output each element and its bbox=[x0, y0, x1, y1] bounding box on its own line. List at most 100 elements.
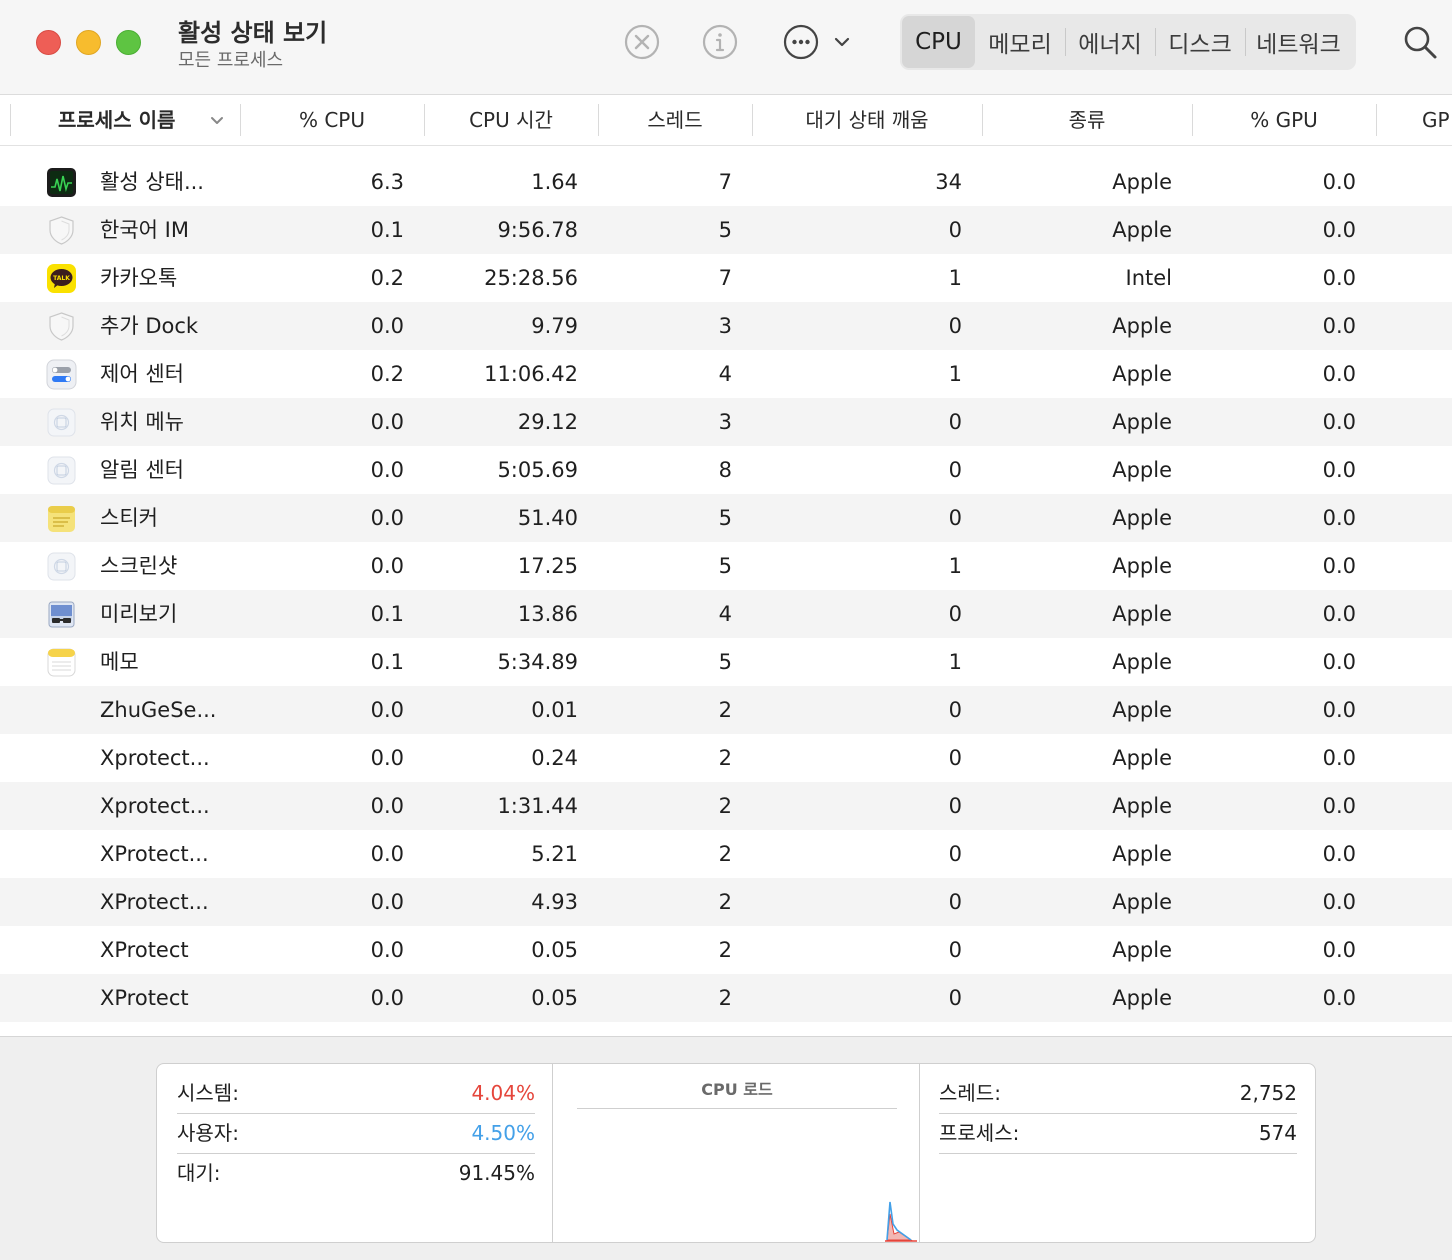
threads-count: 5 bbox=[718, 506, 732, 530]
more-actions-button[interactable] bbox=[781, 22, 821, 62]
column-header-gpu-time[interactable]: GP bbox=[1376, 96, 1452, 146]
idle-label: 대기: bbox=[177, 1161, 221, 1185]
idle-wake-ups: 0 bbox=[948, 842, 962, 866]
cpu-percent: 0.0 bbox=[370, 698, 404, 722]
process-name: 제어 센터 bbox=[100, 362, 184, 386]
table-row[interactable]: 스티커 0.0 51.40 5 0 Apple 0.0 bbox=[0, 494, 1452, 542]
search-button[interactable] bbox=[1400, 22, 1440, 62]
idle-wake-ups: 0 bbox=[948, 890, 962, 914]
generic-app-icon bbox=[46, 455, 77, 486]
column-header-idle-wake-ups[interactable]: 대기 상태 깨움 bbox=[752, 96, 982, 146]
idle-wake-ups: 0 bbox=[948, 410, 962, 434]
threads-count: 7 bbox=[718, 266, 732, 290]
idle-wake-ups: 1 bbox=[948, 650, 962, 674]
cpu-time: 13.86 bbox=[517, 602, 578, 626]
process-name: ZhuGeSe... bbox=[100, 698, 217, 722]
processes-value: 574 bbox=[1258, 1121, 1297, 1145]
table-row[interactable]: XProtect 0.0 0.05 2 0 Apple 0.0 bbox=[0, 974, 1452, 1022]
table-row[interactable]: TALK 카카오톡 0.2 25:28.56 7 1 Intel 0.0 bbox=[0, 254, 1452, 302]
table-row[interactable]: 스크린샷 0.0 17.25 5 1 Apple 0.0 bbox=[0, 542, 1452, 590]
gpu-percent: 0.0 bbox=[1322, 602, 1356, 626]
cpu-percent: 0.2 bbox=[370, 266, 404, 290]
cpu-time: 11:06.42 bbox=[484, 362, 578, 386]
process-kind: Apple bbox=[1112, 170, 1172, 194]
idle-wake-ups: 0 bbox=[948, 314, 962, 338]
threads-count: 3 bbox=[718, 314, 732, 338]
table-row[interactable]: XProtect... 0.0 4.93 2 0 Apple 0.0 bbox=[0, 878, 1452, 926]
cpu-time: 0.05 bbox=[531, 986, 578, 1010]
user-stat: 사용자: 4.50% bbox=[177, 1114, 535, 1154]
user-value: 4.50% bbox=[471, 1121, 535, 1145]
stop-process-button[interactable] bbox=[622, 22, 662, 62]
table-row[interactable]: 제어 센터 0.2 11:06.42 4 1 Apple 0.0 bbox=[0, 350, 1452, 398]
process-name: 위치 메뉴 bbox=[100, 410, 184, 434]
cpu-time: 51.40 bbox=[517, 506, 578, 530]
process-name: XProtect bbox=[100, 986, 189, 1010]
processes-stat: 프로세스: 574 bbox=[939, 1114, 1297, 1154]
inspect-process-button[interactable] bbox=[700, 22, 740, 62]
column-header-cpu-percent[interactable]: % CPU bbox=[240, 96, 424, 146]
minimize-window-button[interactable] bbox=[76, 30, 101, 55]
process-name: 알림 센터 bbox=[100, 458, 184, 482]
table-row[interactable]: 메모 0.1 5:34.89 5 1 Apple 0.0 bbox=[0, 638, 1452, 686]
column-header-threads[interactable]: 스레드 bbox=[598, 96, 752, 146]
tab-disk[interactable]: 디스크 bbox=[1155, 16, 1245, 68]
process-name: XProtect bbox=[100, 938, 189, 962]
svg-text:TALK: TALK bbox=[53, 275, 70, 282]
table-row[interactable]: 한국어 IM 0.1 9:56.78 5 0 Apple 0.0 bbox=[0, 206, 1452, 254]
idle-wake-ups: 0 bbox=[948, 458, 962, 482]
idle-wake-ups: 1 bbox=[948, 266, 962, 290]
window-title: 활성 상태 보기 bbox=[178, 19, 328, 47]
table-row[interactable]: 추가 Dock 0.0 9.79 3 0 Apple 0.0 bbox=[0, 302, 1452, 350]
close-window-button[interactable] bbox=[36, 30, 61, 55]
cpu-percent: 0.0 bbox=[370, 506, 404, 530]
cpu-time: 1:31.44 bbox=[497, 794, 578, 818]
table-row[interactable]: ZhuGeSe... 0.0 0.01 2 0 Apple 0.0 bbox=[0, 686, 1452, 734]
process-name: 스크린샷 bbox=[100, 554, 178, 578]
column-header-kind[interactable]: 종류 bbox=[982, 96, 1192, 146]
tab-cpu[interactable]: CPU bbox=[902, 16, 975, 68]
tab-memory[interactable]: 메모리 bbox=[975, 16, 1065, 68]
cpu-load-graph bbox=[885, 1201, 917, 1242]
idle-wake-ups: 0 bbox=[948, 506, 962, 530]
cpu-time: 0.01 bbox=[531, 698, 578, 722]
cpu-percent: 0.0 bbox=[370, 458, 404, 482]
cpu-percent: 0.0 bbox=[370, 842, 404, 866]
process-kind: Apple bbox=[1112, 362, 1172, 386]
table-row[interactable]: Xprotect... 0.0 1:31.44 2 0 Apple 0.0 bbox=[0, 782, 1452, 830]
table-row[interactable]: XProtect 0.0 0.05 2 0 Apple 0.0 bbox=[0, 926, 1452, 974]
cpu-percent: 0.0 bbox=[370, 746, 404, 770]
process-kind: Apple bbox=[1112, 842, 1172, 866]
tab-energy[interactable]: 에너지 bbox=[1065, 16, 1155, 68]
category-tabs: CPU 메모리 에너지 디스크 네트워크 bbox=[900, 14, 1356, 70]
table-row[interactable]: 위치 메뉴 0.0 29.12 3 0 Apple 0.0 bbox=[0, 398, 1452, 446]
idle-wake-ups: 0 bbox=[948, 938, 962, 962]
table-row[interactable]: 미리보기 0.1 13.86 4 0 Apple 0.0 bbox=[0, 590, 1452, 638]
process-name: Xprotect... bbox=[100, 794, 210, 818]
zoom-window-button[interactable] bbox=[116, 30, 141, 55]
table-row[interactable]: Xprotect... 0.0 0.24 2 0 Apple 0.0 bbox=[0, 734, 1452, 782]
process-name: 스티커 bbox=[100, 506, 158, 530]
process-name: 카카오톡 bbox=[100, 266, 178, 290]
threads-count: 4 bbox=[718, 602, 732, 626]
process-kind: Apple bbox=[1112, 602, 1172, 626]
column-header-cpu-time[interactable]: CPU 시간 bbox=[424, 96, 598, 146]
more-actions-dropdown[interactable] bbox=[830, 30, 854, 54]
chevron-down-icon[interactable] bbox=[206, 110, 228, 132]
threads-value: 2,752 bbox=[1239, 1081, 1297, 1105]
user-label: 사용자: bbox=[177, 1121, 239, 1145]
table-row[interactable]: XProtect... 0.0 5.21 2 0 Apple 0.0 bbox=[0, 830, 1452, 878]
table-row[interactable]: 활성 상태... 6.3 1.64 7 34 Apple 0.0 bbox=[0, 158, 1452, 206]
column-header-gpu-percent[interactable]: % GPU bbox=[1192, 96, 1376, 146]
table-row[interactable]: 알림 센터 0.0 5:05.69 8 0 Apple 0.0 bbox=[0, 446, 1452, 494]
column-divider bbox=[552, 1064, 553, 1242]
cpu-percent: 0.1 bbox=[370, 218, 404, 242]
process-name: XProtect... bbox=[100, 842, 209, 866]
process-name: 추가 Dock bbox=[100, 314, 199, 338]
idle-wake-ups: 0 bbox=[948, 794, 962, 818]
process-name: 한국어 IM bbox=[100, 218, 189, 242]
cpu-percent: 6.3 bbox=[370, 170, 404, 194]
process-name: XProtect... bbox=[100, 890, 209, 914]
tab-network[interactable]: 네트워크 bbox=[1245, 16, 1352, 68]
table-header: 프로세스 이름 % CPU CPU 시간 스레드 대기 상태 깨움 종류 % G… bbox=[0, 96, 1452, 146]
